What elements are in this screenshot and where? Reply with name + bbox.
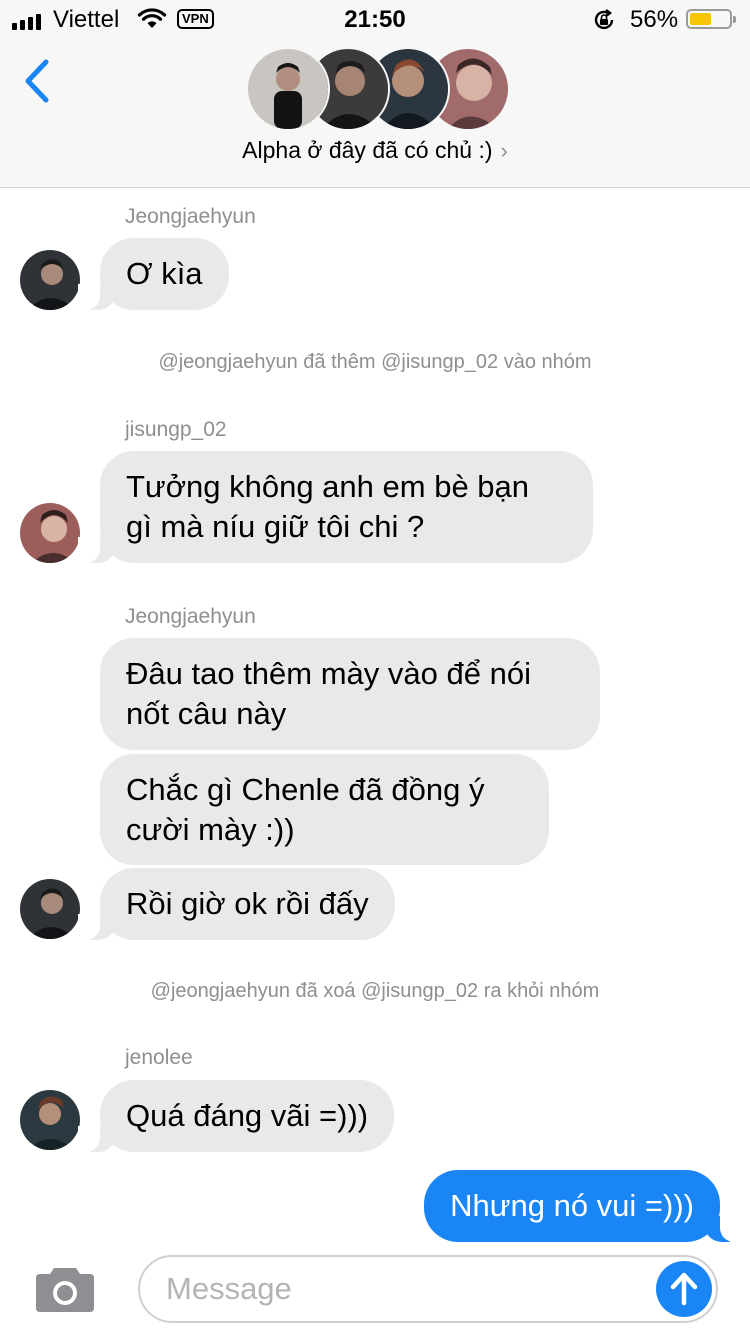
message-text: Đâu tao thêm mày vào để nói nốt câu này: [126, 654, 531, 734]
arrow-up-icon: [670, 1272, 698, 1306]
sender-name: Jeongjaehyun: [125, 205, 256, 228]
back-button[interactable]: [14, 56, 64, 106]
battery-fill: [690, 13, 712, 25]
sender-name: jisungp_02: [125, 418, 227, 441]
message-text: Chắc gì Chenle đã đồng ý cười mày :)): [126, 770, 484, 850]
system-message: @jeongjaehyun đã thêm @jisungp_02 vào nh…: [158, 351, 592, 373]
message-text: Ơ kìa: [126, 256, 203, 291]
message-line: Đâu tao thêm mày vào để nói: [126, 656, 531, 691]
avatar[interactable]: [20, 250, 80, 310]
battery-icon: [686, 9, 736, 29]
avatar[interactable]: [20, 879, 80, 939]
message-composer[interactable]: [138, 1255, 718, 1323]
outgoing-message-bubble[interactable]: Nhưng nó vui =))): [424, 1170, 742, 1242]
message-bubble[interactable]: Đâu tao thêm mày vào để nói nốt câu này: [100, 638, 600, 750]
chevron-right-icon: ›: [500, 138, 508, 163]
group-name-button[interactable]: Alpha ở đây đã có chủ :) ›: [0, 137, 750, 164]
message-bubble[interactable]: Tưởng không anh em bè bạn gì mà níu giữ t…: [78, 451, 593, 563]
chevron-left-icon: [25, 59, 49, 103]
avatar[interactable]: [20, 503, 80, 563]
message-text: Rồi giờ ok rồi đấy: [126, 886, 369, 921]
message-line: Tưởng không anh em bè bạn: [126, 469, 530, 504]
message-line: gì mà níu giữ tôi chi ?: [126, 509, 425, 544]
message-line: nốt câu này: [126, 696, 287, 731]
avatar[interactable]: [20, 1090, 80, 1150]
message-text: Quá đáng vãi =))): [126, 1098, 369, 1133]
sender-name: Jeongjaehyun: [125, 605, 256, 628]
group-member-avatar: [246, 47, 330, 131]
group-name: Alpha ở đây đã có chủ :): [242, 137, 493, 163]
message-text: Tưởng không anh em bè bạn gì mà níu giữ t…: [126, 467, 529, 547]
message-text: Nhưng nó vui =))): [450, 1188, 694, 1223]
message-bubble[interactable]: Chắc gì Chenle đã đồng ý cười mày :)): [100, 754, 549, 865]
message-line: Chắc gì Chenle đã đồng ý: [126, 771, 485, 807]
message-input[interactable]: [166, 1265, 636, 1313]
message-bubble[interactable]: Ơ kìa: [78, 238, 229, 310]
message-bubble[interactable]: Rồi giờ ok rồi đấy: [78, 868, 395, 940]
message-line: cười mày :)): [126, 811, 295, 847]
system-message: @jeongjaehyun đã xoá @jisungp_02 ra khỏi…: [150, 980, 600, 1002]
conversation-header: Viettel VPN 21:50 56% Alpha ở đây đã có …: [0, 0, 750, 188]
camera-icon: [36, 1268, 94, 1312]
camera-button[interactable]: [34, 1264, 96, 1314]
battery-percentage: 56%: [630, 6, 679, 33]
send-button[interactable]: [656, 1261, 712, 1317]
status-bar: Viettel VPN 21:50 56%: [0, 0, 750, 40]
rotation-lock-icon: [594, 9, 614, 30]
group-avatar-stack[interactable]: [246, 47, 510, 131]
message-bubble[interactable]: Quá đáng vãi =))): [77, 1080, 395, 1152]
sender-name: jenolee: [125, 1046, 193, 1069]
